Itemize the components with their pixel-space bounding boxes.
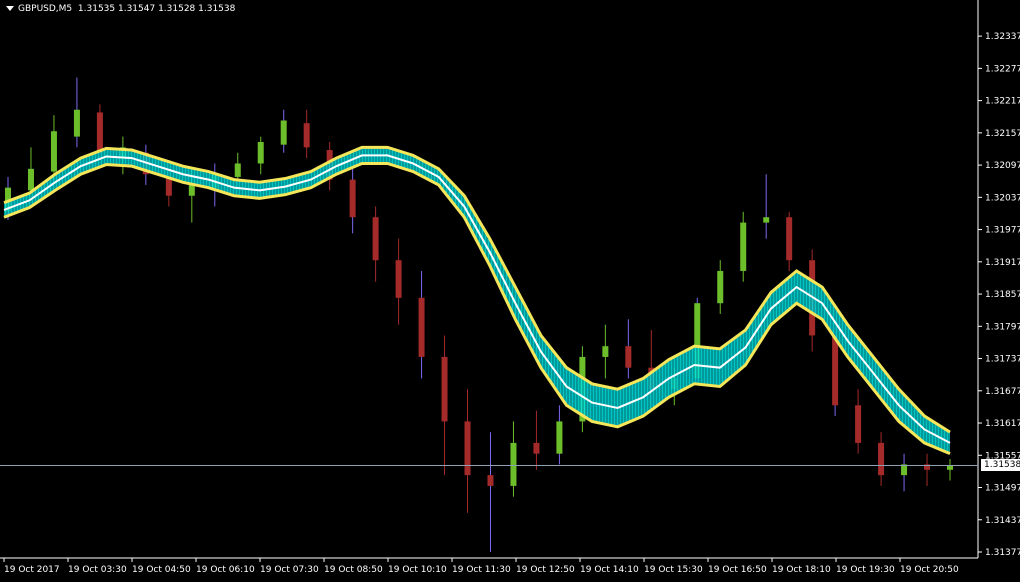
candle-body (901, 464, 908, 476)
collapse-triangle-icon[interactable] (6, 6, 14, 11)
x-tick-label: 19 Oct 12:50 (516, 565, 575, 575)
candle-body (533, 442, 540, 454)
y-tick-label: 1.32277 (985, 64, 1020, 74)
candle-body (740, 222, 747, 271)
ma-ribbon-layer (3, 145, 951, 456)
chart-header: GBPUSD,M5 1.31535 1.31547 1.31528 1.3153… (6, 4, 235, 14)
candle-body (855, 405, 862, 443)
candle-body (96, 112, 103, 153)
y-tick-label: 1.32337 (985, 32, 1020, 42)
candle-body (349, 179, 356, 218)
symbol-label: GBPUSD,M5 (18, 4, 73, 14)
candle-body (464, 421, 471, 476)
x-tick-label: 19 Oct 2017 (4, 565, 60, 575)
x-tick-label: 19 Oct 03:30 (68, 565, 127, 575)
candle-body (763, 217, 770, 223)
x-tick-label: 19 Oct 07:30 (260, 565, 319, 575)
candle-body (372, 217, 379, 261)
candle-body (510, 442, 517, 486)
x-tick-label: 19 Oct 20:50 (900, 565, 959, 575)
candle-body (625, 346, 632, 368)
candle-body (717, 270, 724, 304)
candle-body (786, 217, 793, 261)
x-tick-label: 19 Oct 10:10 (388, 565, 447, 575)
x-tick-label: 19 Oct 18:10 (772, 565, 831, 575)
y-tick-label: 1.32037 (985, 193, 1020, 203)
x-tick-label: 19 Oct 16:50 (708, 565, 767, 575)
candle-body (234, 163, 241, 177)
candles-layer (5, 77, 953, 552)
y-tick-label: 1.31617 (985, 419, 1020, 429)
candle-body (487, 475, 494, 486)
y-tick-label: 1.31737 (985, 355, 1020, 365)
candle-body (395, 260, 402, 298)
price-chart[interactable]: 1.32337 1.32277 1.32217 1.32157 1.32097 1.320… (0, 0, 1020, 579)
y-tick-label: 1.31677 (985, 387, 1020, 397)
y-tick-label: 1.31437 (985, 516, 1020, 526)
candle-body (257, 141, 264, 164)
candle-body (441, 356, 448, 422)
x-tick-label: 19 Oct 04:50 (132, 565, 191, 575)
y-tick-label: 1.31797 (985, 322, 1020, 332)
y-tick-label: 1.31977 (985, 226, 1020, 236)
x-tick-label: 19 Oct 14:10 (580, 565, 639, 575)
y-tick-label: 1.31857 (985, 290, 1020, 300)
current-price-badge: 1.31538 (981, 459, 1020, 472)
candle-body (832, 335, 839, 406)
y-tick-label: 1.31917 (985, 258, 1020, 268)
x-tick-label: 19 Oct 15:30 (644, 565, 703, 575)
chart-canvas[interactable]: 1.32337 1.32277 1.32217 1.32157 1.32097 1.320… (0, 0, 1020, 579)
x-tick-label: 19 Oct 11:30 (452, 565, 511, 575)
candle-body (280, 120, 287, 145)
y-tick-label: 1.32157 (985, 129, 1020, 139)
y-tick-label: 1.31377 (985, 548, 1020, 558)
candle-body (602, 346, 609, 357)
y-tick-label: 1.31497 (985, 484, 1020, 494)
y-tick-label: 1.32097 (985, 161, 1020, 171)
candle-body (303, 123, 310, 148)
quote-values: 1.31535 1.31547 1.31528 1.31538 (77, 4, 236, 14)
x-tick-label: 19 Oct 06:10 (196, 565, 255, 575)
candle-body (27, 168, 34, 191)
x-tick-label: 19 Oct 19:30 (836, 565, 895, 575)
y-tick-label: 1.32217 (985, 97, 1020, 107)
candle-body (50, 131, 57, 172)
candle-body (188, 184, 195, 196)
candle-body (556, 421, 563, 454)
x-tick-label: 19 Oct 08:50 (324, 565, 383, 575)
candle-body (73, 109, 80, 137)
candle-body (878, 442, 885, 476)
candle-body (418, 297, 425, 357)
candle-body (947, 465, 953, 470)
